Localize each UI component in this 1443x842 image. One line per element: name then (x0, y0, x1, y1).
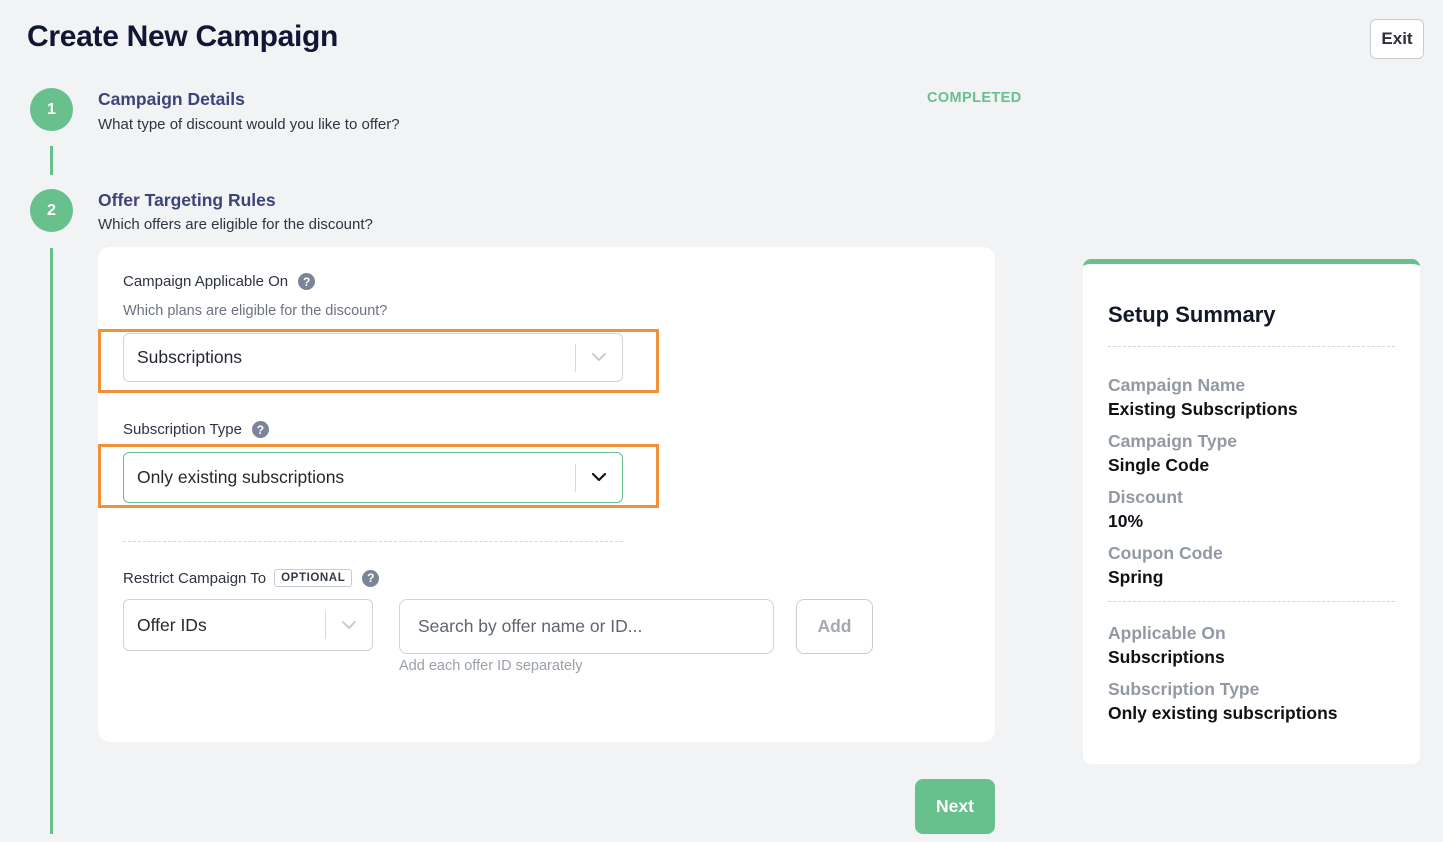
step-1-title[interactable]: Campaign Details (98, 89, 245, 110)
applicable-on-label-text: Campaign Applicable On (123, 273, 289, 290)
summary-label: Discount (1108, 487, 1183, 507)
step-1-indicator: 1 (30, 88, 73, 131)
applicable-on-description: Which plans are eligible for the discoun… (123, 303, 388, 319)
summary-divider (1108, 601, 1395, 602)
summary-label: Campaign Name (1108, 375, 1246, 395)
subscription-type-label-text: Subscription Type (123, 421, 242, 438)
summary-title: Setup Summary (1108, 302, 1276, 327)
page-title: Create New Campaign (27, 20, 339, 53)
subscription-type-value: Only existing subscriptions (137, 467, 345, 487)
setup-summary-panel: Setup Summary Campaign Name Existing Sub… (1083, 259, 1420, 764)
step-1-subtitle: What type of discount would you like to … (98, 116, 400, 133)
section-divider (123, 541, 623, 542)
applicable-on-value: Subscriptions (137, 347, 243, 367)
step-2-indicator: 2 (30, 189, 73, 232)
help-icon[interactable]: ? (362, 569, 380, 587)
step-1-status-badge: COMPLETED (927, 90, 1022, 106)
applicable-on-label: Campaign Applicable On ? (123, 273, 316, 290)
restrict-type-select[interactable]: Offer IDs (123, 599, 373, 651)
restrict-label: Restrict Campaign To OPTIONAL ? (123, 569, 380, 587)
step-2-subtitle: Which offers are eligible for the discou… (98, 216, 373, 233)
chevron-down-icon[interactable] (326, 620, 372, 630)
help-icon[interactable]: ? (298, 273, 316, 290)
summary-label: Coupon Code (1108, 543, 1223, 563)
next-button[interactable]: Next (915, 779, 995, 834)
summary-value: 10% (1108, 511, 1144, 531)
offer-id-hint: Add each offer ID separately (399, 658, 583, 674)
offer-search-input[interactable] (399, 599, 774, 654)
help-icon[interactable]: ? (251, 421, 269, 438)
chevron-down-icon[interactable] (576, 473, 622, 482)
step-2-line (50, 248, 53, 834)
restrict-type-value: Offer IDs (137, 614, 207, 635)
chevron-down-icon[interactable] (576, 353, 622, 362)
subscription-type-label: Subscription Type ? (123, 421, 269, 438)
applicable-on-select[interactable]: Subscriptions (123, 333, 623, 382)
summary-value: Single Code (1108, 455, 1210, 475)
step-connector (50, 146, 53, 175)
restrict-label-text: Restrict Campaign To (123, 569, 267, 587)
summary-value: Existing Subscriptions (1108, 399, 1298, 419)
summary-value: Only existing subscriptions (1108, 703, 1338, 723)
step-2-title: Offer Targeting Rules (98, 190, 276, 210)
subscription-type-select[interactable]: Only existing subscriptions (123, 452, 623, 503)
summary-label: Applicable On (1108, 623, 1226, 643)
optional-badge: OPTIONAL (274, 569, 353, 587)
summary-value: Subscriptions (1108, 647, 1225, 667)
summary-label: Subscription Type (1108, 679, 1260, 699)
summary-divider (1108, 346, 1395, 347)
summary-value: Spring (1108, 567, 1164, 587)
summary-label: Campaign Type (1108, 431, 1238, 451)
exit-button[interactable]: Exit (1370, 19, 1424, 59)
add-offer-button[interactable]: Add (796, 599, 873, 654)
